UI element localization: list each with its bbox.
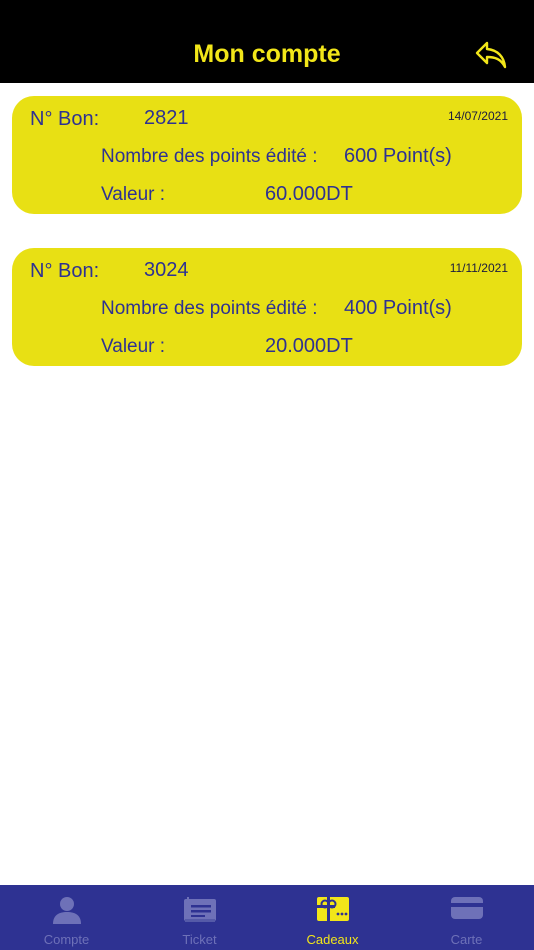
tab-cadeaux[interactable]: Cadeaux [266,885,399,950]
voucher-number: 2821 [144,107,189,129]
points-label: Nombre des points édité : [101,298,318,319]
points-label: Nombre des points édité : [101,146,318,167]
voucher-number-label: N° Bon: [30,108,100,130]
voucher-value: 60.000DT [265,183,353,205]
tab-ticket-label: Ticket [182,932,217,947]
voucher-card[interactable]: N° Bon: 3024 11/11/2021 Nombre des point… [12,248,522,366]
user-icon [52,897,81,924]
tab-compte-label: Compte [43,932,90,947]
bottom-tab-bar: Compte Ticket Cadeaux Carte [0,885,534,950]
value-label: Valeur : [101,336,166,357]
gift-card-icon [316,897,349,921]
tab-ticket[interactable]: Ticket [133,885,266,950]
tab-compte[interactable]: Compte [0,885,133,950]
ticket-icon [183,897,216,922]
voucher-date: 11/11/2021 [449,261,508,275]
header-bar: Mon compte [0,0,534,83]
points-value: 600 Point(s) [344,145,452,167]
points-value: 400 Point(s) [344,297,452,319]
tab-cadeaux-label: Cadeaux [306,932,359,947]
tab-carte-label: Carte [450,932,483,947]
reply-arrow-icon [475,41,507,69]
credit-card-icon [450,897,483,919]
tab-carte[interactable]: Carte [400,885,533,950]
voucher-value: 20.000DT [265,335,353,357]
back-button[interactable] [472,38,510,72]
voucher-number: 3024 [144,259,189,281]
voucher-number-label: N° Bon: [30,260,100,282]
voucher-date: 14/07/2021 [447,109,508,123]
page-title: Mon compte [193,40,341,68]
voucher-card[interactable]: N° Bon: 2821 14/07/2021 Nombre des point… [12,96,522,214]
value-label: Valeur : [101,184,166,205]
